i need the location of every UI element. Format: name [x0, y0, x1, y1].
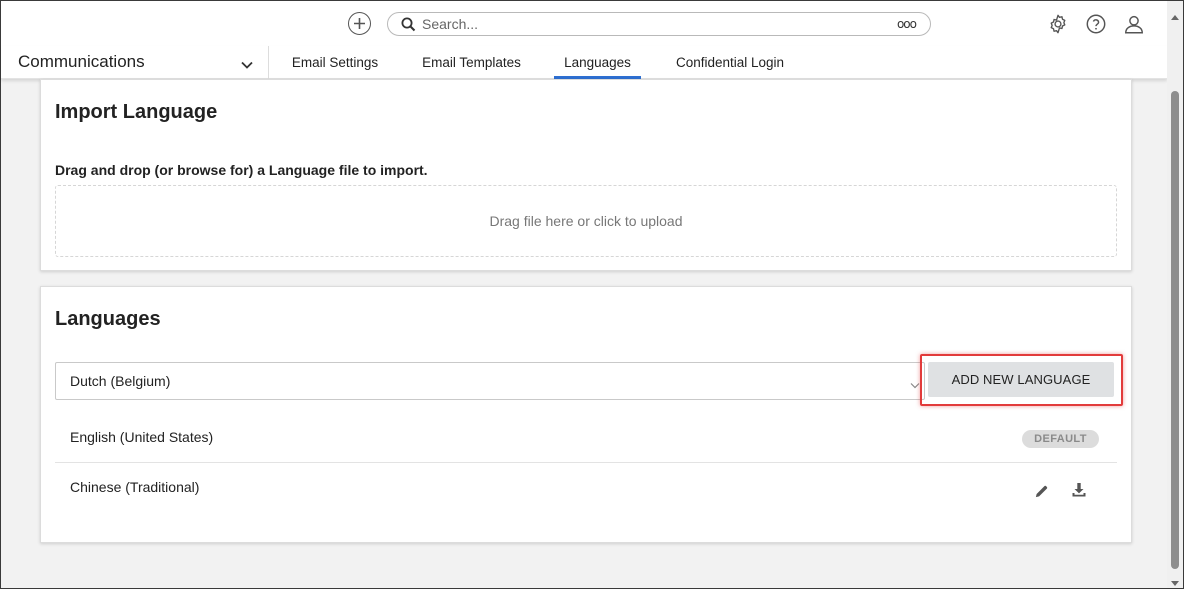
chevron-down-icon [910, 376, 920, 394]
search-input[interactable] [422, 16, 862, 32]
add-new-language-button[interactable]: ADD NEW LANGUAGE [928, 362, 1114, 397]
tab-email-settings[interactable]: Email Settings [284, 46, 386, 79]
language-select[interactable]: Dutch (Belgium) [55, 362, 925, 400]
import-language-title: Import Language [55, 101, 218, 123]
download-icon[interactable] [1070, 481, 1088, 499]
module-label: Communications [18, 52, 145, 71]
add-circle-icon[interactable] [348, 12, 371, 35]
import-language-card: Import Language Drag and drop (or browse… [40, 79, 1132, 271]
scrollbar-thumb[interactable] [1171, 91, 1179, 569]
top-bar: ooo [1, 1, 1167, 46]
file-dropzone[interactable]: Drag file here or click to upload [55, 185, 1117, 257]
module-selector[interactable]: Communications [1, 46, 269, 79]
vertical-scrollbar[interactable] [1167, 1, 1183, 588]
help-question-icon[interactable] [1084, 12, 1108, 36]
edit-pencil-icon[interactable] [1032, 482, 1050, 500]
language-name: Chinese (Traditional) [70, 479, 200, 495]
add-language-highlight: ADD NEW LANGUAGE [920, 354, 1123, 406]
row-divider [55, 462, 1117, 463]
settings-gear-icon[interactable] [1046, 12, 1070, 36]
default-badge: DEFAULT [1022, 430, 1099, 448]
user-profile-icon[interactable] [1122, 12, 1146, 36]
language-select-value: Dutch (Belgium) [70, 373, 171, 389]
search-bar[interactable]: ooo [387, 12, 931, 36]
search-icon [400, 16, 416, 32]
languages-card: Languages Dutch (Belgium) ADD NEW LANGUA… [40, 286, 1132, 543]
tab-confidential-login[interactable]: Confidential Login [669, 46, 791, 79]
module-nav-bar: Communications Email Settings Email Temp… [1, 46, 1167, 79]
search-options-icon[interactable]: ooo [897, 17, 917, 31]
languages-title: Languages [55, 308, 161, 330]
language-name: English (United States) [70, 429, 214, 445]
chevron-down-icon [241, 56, 253, 74]
tab-email-templates[interactable]: Email Templates [415, 46, 528, 79]
import-instructions: Drag and drop (or browse for) a Language… [55, 162, 428, 178]
scroll-down-arrow-icon[interactable] [1171, 574, 1179, 586]
tab-languages[interactable]: Languages [554, 46, 641, 79]
scroll-up-arrow-icon[interactable] [1171, 7, 1179, 20]
